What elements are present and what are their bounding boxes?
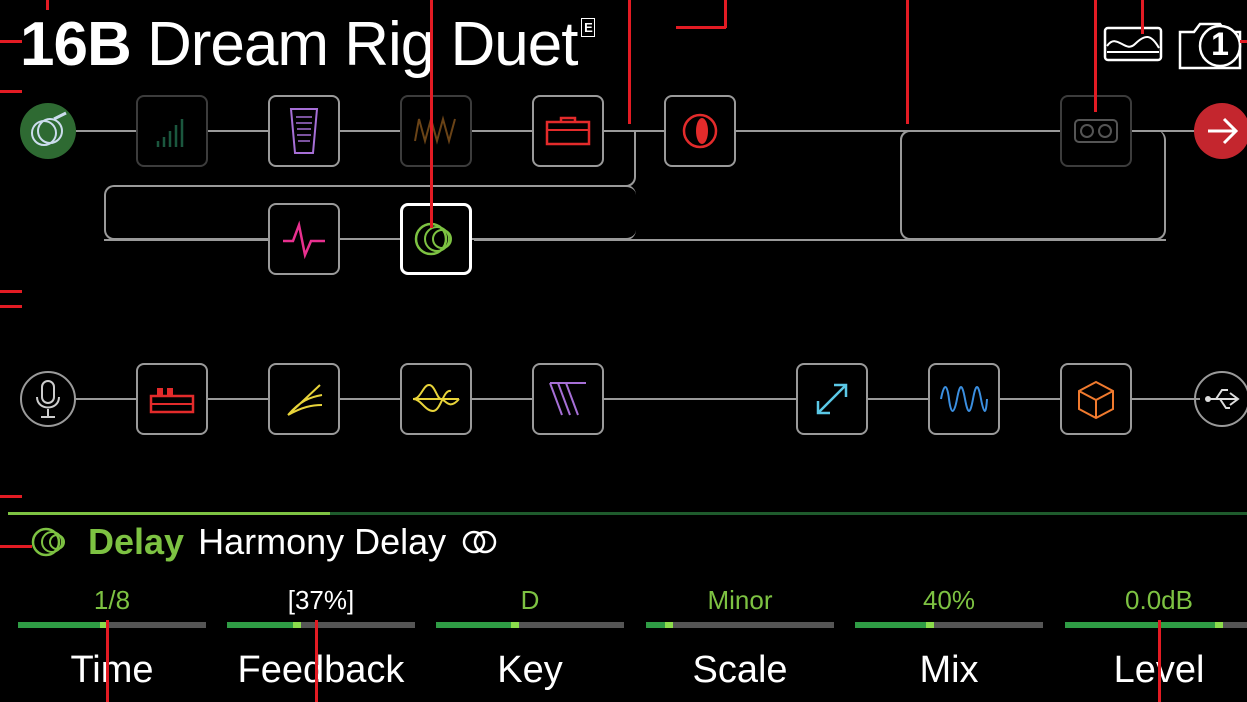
preset-number: 16B (20, 10, 132, 79)
block-model[interactable]: Harmony Delay (198, 521, 446, 563)
param-level-bar[interactable] (855, 622, 1043, 628)
delay-category-icon (31, 527, 65, 557)
modulation-block[interactable] (796, 363, 868, 435)
param-label: Time (70, 649, 154, 691)
amp-icon (545, 116, 591, 146)
param-value: Minor (707, 585, 773, 615)
pitch-block[interactable] (532, 363, 604, 435)
looper-icon (1074, 119, 1118, 143)
param-value: [37%] (287, 585, 355, 615)
snapshot-number: 1 (1211, 26, 1229, 62)
amp-block[interactable] (532, 95, 604, 167)
wah-block[interactable] (268, 95, 340, 167)
wave-block[interactable] (928, 363, 1000, 435)
preamp-block[interactable] (136, 363, 208, 435)
param-level-bar[interactable] (1065, 622, 1247, 628)
arrow-right-icon (1208, 117, 1239, 145)
eq-curve-icon (412, 383, 460, 413)
param-level-bar[interactable] (436, 622, 624, 628)
pitch-filter-icon (549, 382, 586, 416)
param-value: 1/8 (93, 585, 131, 615)
modulation-arrows-icon (816, 383, 848, 415)
block-divider-highlight (8, 512, 330, 515)
delay-icon (414, 222, 452, 256)
param-scale[interactable]: Minor Scale (646, 584, 834, 692)
microphone-icon (36, 380, 60, 418)
filter-block[interactable] (268, 363, 340, 435)
param-value: D (520, 585, 540, 615)
dynamics-icon (156, 119, 184, 147)
path1-output-block[interactable] (1194, 103, 1247, 159)
guitar-input-icon (31, 111, 67, 146)
param-mix[interactable]: 40% Mix (855, 584, 1043, 692)
param-feedback[interactable]: [37%] Feedback (227, 584, 415, 692)
param-level[interactable]: 0.0dB Level (1065, 584, 1247, 692)
usb-output-block[interactable] (1194, 371, 1247, 427)
wave-icon (940, 386, 988, 412)
param-level-bar[interactable] (18, 622, 206, 628)
signal-flow-view-icon[interactable] (1103, 24, 1165, 69)
param-level-bar[interactable] (646, 622, 834, 628)
eq-block[interactable] (268, 203, 340, 275)
param-label: Mix (919, 649, 979, 691)
path2-wire (76, 398, 1200, 400)
guitar-input-block[interactable] (20, 103, 76, 159)
eq2-block[interactable] (400, 363, 472, 435)
param-time[interactable]: 1/8 Time (18, 584, 206, 692)
param-key[interactable]: D Key (436, 584, 624, 692)
param-label: Scale (692, 649, 788, 691)
wah-pedal-icon (289, 108, 319, 154)
reverb-cube-icon (1078, 380, 1114, 420)
mic-input-block[interactable] (20, 371, 76, 427)
reverb-block[interactable] (1060, 363, 1132, 435)
harmony-delay-block[interactable] (400, 203, 472, 275)
param-label: Level (1113, 649, 1205, 691)
cab-block[interactable] (664, 95, 736, 167)
distortion-block[interactable] (400, 95, 472, 167)
param-value: 0.0dB (1125, 585, 1193, 615)
edited-badge: E (581, 18, 596, 37)
distortion-icon (414, 115, 456, 145)
preset-name: Dream Rig Duet (146, 10, 578, 79)
speaker-cab-icon (682, 113, 718, 149)
filter-icon (287, 384, 323, 416)
preset-title[interactable]: 16B Dream Rig Duet E (20, 6, 596, 84)
param-label: Key (497, 649, 563, 691)
param-value: 40% (922, 585, 976, 615)
eq-icon (283, 220, 325, 259)
selected-block-info: Delay Harmony Delay (8, 521, 500, 562)
stereo-icon (462, 530, 497, 554)
param-level-bar[interactable] (227, 622, 415, 628)
preamp-icon (149, 388, 195, 414)
usb-icon (1205, 389, 1240, 409)
block-category: Delay (88, 521, 185, 562)
dynamics-block[interactable] (136, 95, 208, 167)
param-label: Feedback (237, 649, 405, 691)
